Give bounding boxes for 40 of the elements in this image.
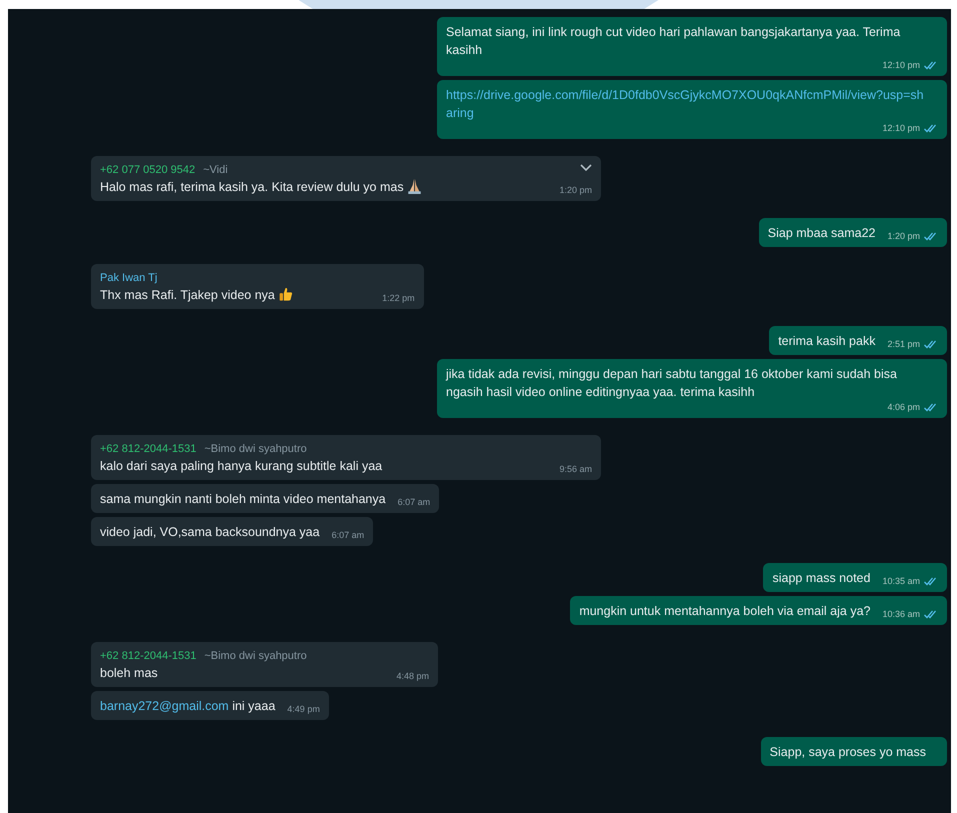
sender-note: ~Bimo dwi syahputro [204, 649, 307, 664]
message-time: 1:20 pm [887, 231, 920, 242]
sender-note: ~Vidi [203, 163, 228, 178]
message-text: video jadi, VO,sama backsoundnya yaa [100, 524, 320, 541]
sender-name: +62 077 0520 9542 [100, 163, 196, 178]
message-time: 4:49 pm [287, 704, 320, 715]
message-text: Halo mas rafi, terima kasih ya. Kita review dulu yo mas [100, 178, 548, 196]
message-time: 4:48 pm [396, 671, 429, 682]
message-text: terima kasih pakk [778, 333, 876, 350]
message-link[interactable]: https://drive.google.com/file/d/1D0fdb0VscGjykcMO7XOU0qkANfcmPMil/view?usp=sharing [446, 86, 926, 122]
message-text: jika tidak ada revisi, minggu depan hari sabtu tanggal 16 oktober kami sudah bisa ngasih hasil video online editingnyaa yaa. terima kasihh [446, 366, 898, 401]
chevron-icon[interactable] [580, 164, 592, 172]
praying-hands-icon [406, 178, 422, 194]
message-text: boleh mas [100, 665, 159, 682]
sender-name: Pak Iwan Tj [100, 271, 158, 286]
message-text: mungkin untuk mentahannya boleh via email aja ya? [579, 603, 870, 620]
email-link[interactable]: barnay272@gmail.com [100, 699, 229, 713]
message-text: Thx mas Rafi. Tjakep video nya [100, 286, 370, 304]
sender-note: ~Bimo dwi syahputro [204, 442, 307, 457]
message-time: 12:10 pm [882, 60, 920, 71]
message-time: 6:07 am [332, 530, 364, 541]
message-time: 12:10 pm [882, 123, 920, 134]
message-time: 1:20 pm [559, 185, 592, 196]
message-time: 10:36 am [882, 609, 920, 620]
message-text: Selamat siang, ini link rough cut video hari pahlawan bangsjakartanya yaa. Terima kasihh [446, 24, 902, 59]
message-text: kalo dari saya paling hanya kurang subtitle kali yaa [100, 458, 384, 475]
message-text: siapp mass noted [772, 570, 870, 587]
sender-name: +62 812-2044-1531 [100, 649, 196, 664]
message-time: 6:07 am [398, 497, 430, 508]
message-time: 2:51 pm [887, 339, 920, 350]
message-time: 1:22 pm [382, 293, 415, 304]
message-time: 4:06 pm [887, 402, 920, 413]
message-time: 10:35 am [882, 576, 920, 587]
message-time: 9:56 am [559, 464, 592, 475]
message-text: barnay272@gmail.com ini yaaa [100, 698, 276, 715]
message-text: Siap mbaa sama22 [768, 225, 876, 242]
thumbs-up-icon [278, 286, 293, 302]
message-text: sama mungkin nanti boleh minta video mentahanya [100, 491, 386, 508]
message-text: Siapp, saya proses yo mass [770, 744, 926, 761]
sender-name: +62 812-2044-1531 [100, 442, 196, 457]
